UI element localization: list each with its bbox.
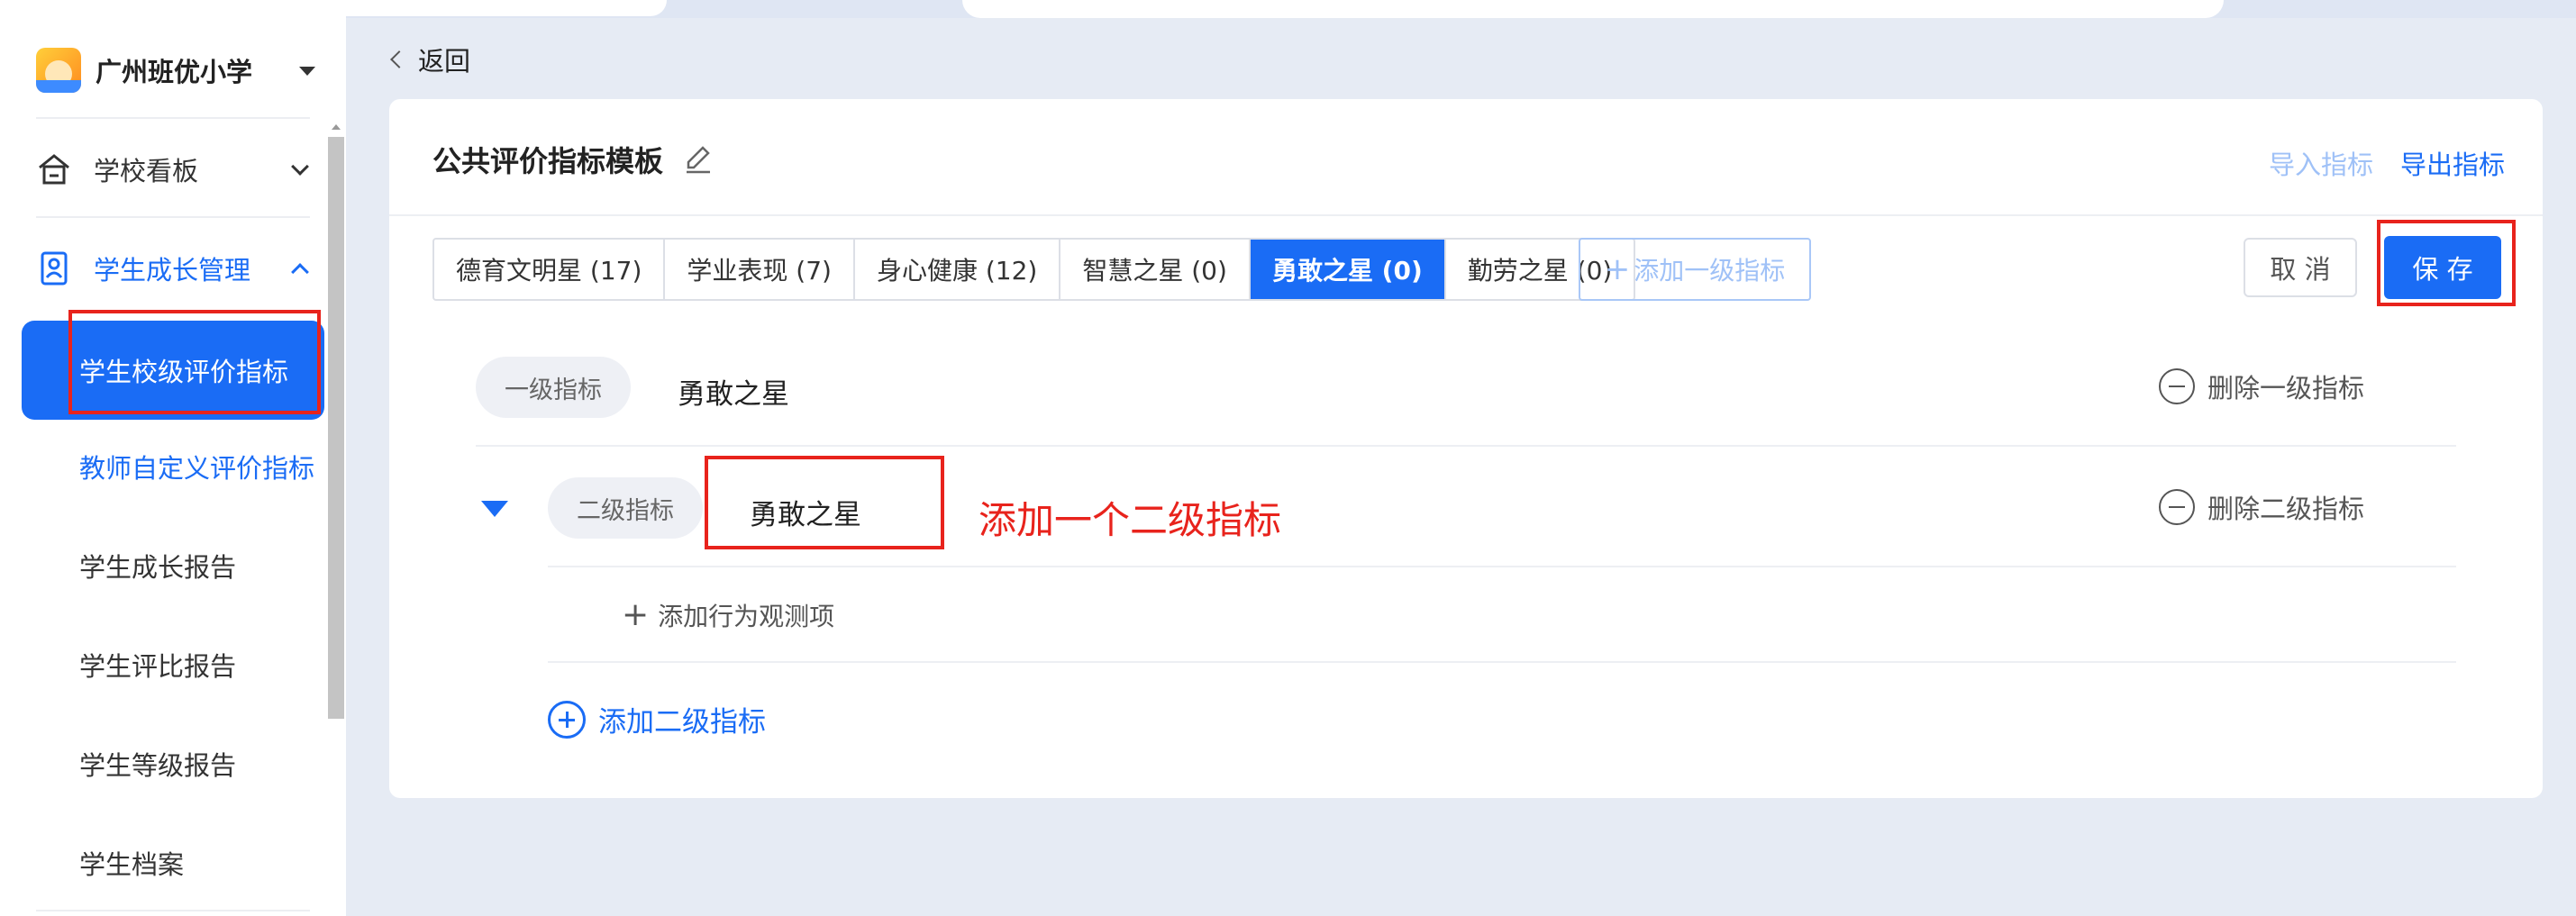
top-strip	[0, 0, 2576, 18]
sidebar-item-label: 教师自定义评价指标	[79, 453, 315, 484]
template-card: 公共评价指标模板 导入指标 导出指标 德育文明星 (17) 学业表现 (7) 身…	[389, 99, 2543, 798]
add-behavior-item-button[interactable]: + 添加行为观测项	[622, 596, 834, 633]
student-card-icon	[36, 250, 72, 286]
level1-tab-bar: 德育文明星 (17) 学业表现 (7) 身心健康 (12) 智慧之星 (0) 勇…	[432, 238, 1636, 301]
add-level2-label: 添加二级指标	[598, 706, 766, 739]
annotation-text: 添加一个二级指标	[979, 498, 1282, 542]
chevron-down-icon	[291, 158, 309, 176]
edit-pencil-icon[interactable]	[683, 144, 714, 175]
tab-academic-performance[interactable]: 学业表现 (7)	[665, 240, 855, 299]
highlight-box-level2-input	[705, 456, 944, 549]
sidebar-item-label: 学生成长管理	[94, 255, 251, 286]
tab-courage-star[interactable]: 勇敢之星 (0)	[1250, 240, 1446, 299]
sidebar-item-grade-report[interactable]: 学生等级报告	[79, 737, 332, 791]
sidebar-item-comparison-report[interactable]: 学生评比报告	[79, 638, 332, 692]
school-switcher[interactable]: 广州班优小学	[36, 43, 324, 97]
sidebar-scrollbar-thumb[interactable]	[328, 137, 344, 719]
export-index-link[interactable]: 导出指标	[2400, 144, 2505, 182]
collapse-triangle-icon[interactable]	[481, 501, 508, 517]
row-divider	[548, 566, 2456, 567]
sidebar-item-teacher-custom-index[interactable]: 教师自定义评价指标	[79, 440, 332, 494]
back-label: 返回	[418, 46, 471, 77]
cancel-button[interactable]: 取 消	[2244, 238, 2357, 297]
minus-circle-icon	[2159, 489, 2195, 525]
page-title: 公共评价指标模板	[432, 144, 664, 178]
import-index-link[interactable]: 导入指标	[2269, 144, 2373, 182]
sidebar-divider	[36, 117, 310, 119]
highlight-box-save	[2377, 220, 2516, 306]
sidebar-item-student-archive[interactable]: 学生档案	[79, 836, 332, 890]
school-name: 广州班优小学	[96, 57, 253, 87]
delete-level1-label: 删除一级指标	[2207, 373, 2365, 404]
row-divider	[476, 445, 2456, 447]
level2-tag: 二级指标	[548, 477, 703, 539]
delete-level2-label: 删除二级指标	[2207, 494, 2365, 524]
add-level1-index-button[interactable]: + 添加一级指标	[1579, 238, 1811, 301]
sidebar-divider	[36, 216, 310, 218]
add-level1-label: 添加一级指标	[1634, 256, 1786, 286]
chevron-up-icon	[291, 263, 309, 281]
add-level2-index-button[interactable]: 添加二级指标	[548, 699, 766, 739]
sidebar-item-label: 学生成长报告	[79, 552, 237, 583]
chevron-left-icon	[390, 50, 408, 68]
sidebar-item-label: 学校看板	[94, 156, 199, 186]
delete-level2-button[interactable]: 删除二级指标	[2159, 488, 2364, 526]
card-divider	[389, 214, 2543, 216]
back-button[interactable]: 返回	[390, 41, 471, 77]
sidebar-item-growth-report[interactable]: 学生成长报告	[79, 539, 332, 593]
top-strip-panel-right	[962, 0, 2224, 18]
tab-moral-civilization[interactable]: 德育文明星 (17)	[434, 240, 666, 299]
highlight-box-sidebar	[68, 310, 321, 414]
sidebar-item-label: 学生评比报告	[79, 651, 237, 682]
card-title-row: 公共评价指标模板	[432, 139, 714, 180]
sidebar-item-school-dashboard[interactable]: 学校看板	[36, 142, 309, 196]
level1-name-input[interactable]: 勇敢之星	[678, 371, 789, 412]
tab-physical-mental-health[interactable]: 身心健康 (12)	[855, 240, 1061, 299]
home-icon	[36, 151, 72, 187]
level1-tag: 一级指标	[476, 357, 631, 418]
plus-circle-icon	[548, 700, 586, 739]
plus-icon: +	[622, 596, 650, 633]
caret-down-icon	[299, 67, 315, 76]
delete-level1-button[interactable]: 删除一级指标	[2159, 367, 2364, 405]
school-logo-icon	[36, 48, 81, 93]
tab-wisdom-star[interactable]: 智慧之星 (0)	[1060, 240, 1251, 299]
sidebar-item-label: 学生档案	[79, 849, 185, 880]
row-divider	[548, 661, 2456, 663]
sidebar: 广州班优小学 学校看板 学生成长管理 学生校级评价指标 教师自定义评价指标 学生…	[0, 16, 346, 916]
scroll-up-arrow-icon[interactable]	[332, 124, 341, 130]
sidebar-item-student-growth[interactable]: 学生成长管理	[36, 241, 309, 295]
sidebar-divider	[36, 910, 310, 911]
minus-circle-icon	[2159, 368, 2195, 404]
sidebar-item-label: 学生等级报告	[79, 750, 237, 781]
top-strip-panel-left	[0, 0, 667, 16]
plus-icon: +	[1604, 251, 1631, 287]
add-behavior-label: 添加行为观测项	[658, 601, 835, 631]
